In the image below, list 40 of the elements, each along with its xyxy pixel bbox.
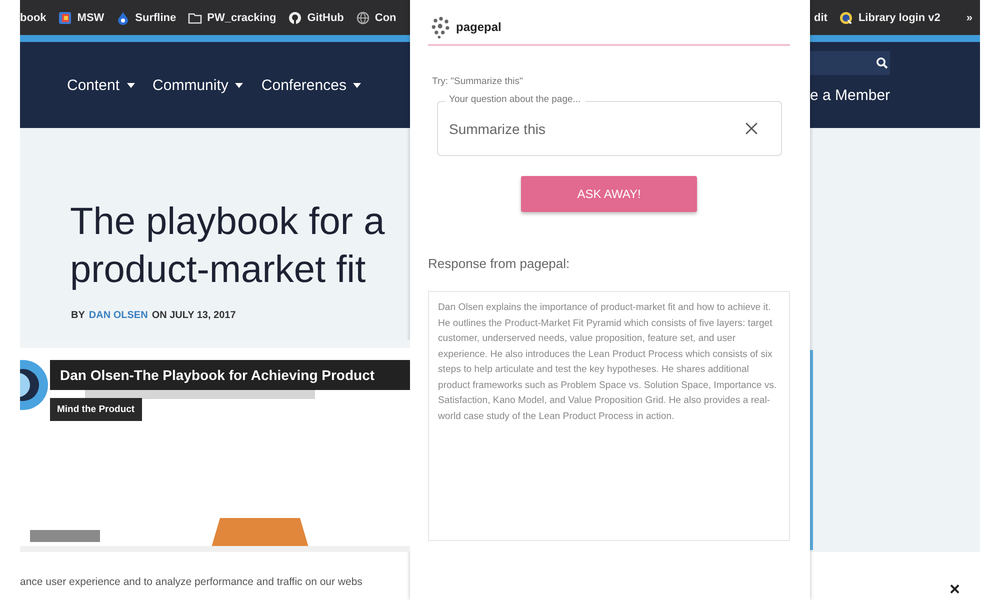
article-title: The playbook for a product-market fit	[70, 200, 386, 293]
video-title[interactable]: Dan Olsen-The Playbook for Achieving Product	[50, 360, 410, 390]
channel-avatar[interactable]	[20, 358, 50, 412]
caret-icon	[235, 82, 244, 88]
github-icon	[288, 10, 302, 24]
cookie-text: ance user experience and to analyze performance and traffic on our webs	[20, 576, 362, 588]
nav-menu[interactable]: Community	[152, 76, 244, 94]
nav-menu[interactable]: Content	[67, 76, 135, 94]
nav-link[interactable]: e a Member	[810, 87, 890, 104]
bookmark-link[interactable]: PW_cracking	[207, 12, 276, 24]
app-icon	[839, 10, 854, 24]
caret-icon	[126, 82, 135, 88]
bookmark-link[interactable]: Con	[374, 12, 396, 24]
response-label: Response from pagepal:	[428, 256, 571, 271]
clear-icon[interactable]	[745, 122, 758, 135]
app-name: pagepal	[456, 20, 502, 34]
bookmark-link[interactable]: GitHub	[307, 12, 344, 24]
author-link[interactable]: DAN OLSEN	[88, 310, 148, 321]
close-button[interactable]: ×	[949, 580, 960, 598]
bookmark-link[interactable]: Surfline	[135, 12, 176, 24]
bookmark-link[interactable]: dit	[814, 12, 828, 24]
bookmark-link[interactable]: Library login v2	[858, 12, 940, 24]
app-icon	[58, 10, 72, 24]
search-icon	[876, 57, 888, 69]
bookmark-link[interactable]: book	[20, 12, 46, 24]
bookmark-link[interactable]: MSW	[77, 12, 104, 24]
hint-text: Try: "Summarize this"	[432, 76, 524, 87]
question-field[interactable]: Your question about the page... Summarize this	[437, 94, 782, 156]
nav-menu[interactable]: Conferences	[261, 76, 362, 94]
logo-icon	[430, 15, 452, 39]
drop-icon	[116, 10, 130, 24]
caret-icon	[353, 82, 362, 88]
folder-icon	[188, 10, 202, 24]
globe-icon	[356, 10, 370, 24]
byline-text: BY	[71, 310, 85, 321]
overflow-button[interactable]: »	[966, 12, 972, 24]
byline-text: ON JULY 13, 2017	[152, 310, 236, 321]
response-text: Dan Olsen explains the importance of product-market fit and how to achieve it. He outlines the Product-Market Fit Pyramid which consists of five layers: target customer, underserved needs, value proposition, feature set, and user experience. He also introduces the Lean Product Process which consists of six steps to help articulate and test the key hypotheses. He shares additional product frameworks such as Problem Space vs. Solution Space, Importance vs. Satisfaction, Kano Model, and Value Proposition Grid. He also provides a real-world case study of the Lean Product Process in action.	[438, 301, 778, 424]
channel-name[interactable]: Mind the Product	[50, 398, 142, 421]
search-field[interactable]	[810, 51, 890, 75]
